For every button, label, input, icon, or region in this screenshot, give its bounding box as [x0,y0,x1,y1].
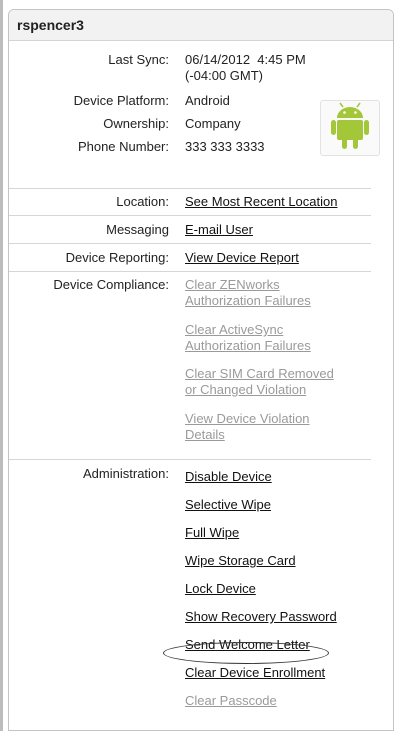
last-sync-label: Last Sync: [108,52,169,67]
last-sync-timezone: (-04:00 GMT) [185,68,264,83]
android-icon [320,100,380,156]
clear-activesync-failures-link[interactable]: Clear ActiveSync Authorization Failures [185,322,311,354]
link-line: Authorization Failures [185,293,311,308]
separator [9,459,371,460]
device-reporting-label: Device Reporting: [65,250,169,265]
disable-device-link[interactable]: Disable Device [185,469,272,485]
messaging-label: Messaging [106,222,169,237]
view-device-violation-details-link[interactable]: View Device Violation Details [185,411,310,443]
panel-title: rspencer3 [9,10,393,41]
email-user-link[interactable]: E-mail User [185,222,253,238]
ownership-value: Company [185,116,241,131]
wipe-storage-card-link[interactable]: Wipe Storage Card [185,553,296,569]
device-details-panel: rspencer3 Last Sync: 06/14/2012 4:45 PM … [8,9,394,731]
see-most-recent-location-link[interactable]: See Most Recent Location [185,194,337,210]
phone-value: 333 333 3333 [185,139,265,154]
link-line: View Device Violation [185,411,310,426]
separator [9,271,371,272]
separator [9,215,371,216]
phone-label: Phone Number: [77,139,169,154]
last-sync-date: 06/14/2012 4:45 PM [185,52,306,67]
selective-wipe-link[interactable]: Selective Wipe [185,497,271,513]
device-compliance-label: Device Compliance: [53,277,169,292]
link-line: Details [185,427,225,442]
view-device-report-link[interactable]: View Device Report [185,250,299,266]
lock-device-link[interactable]: Lock Device [185,581,256,597]
location-label: Location: [116,194,169,209]
show-recovery-password-link[interactable]: Show Recovery Password [185,609,337,625]
link-line: Authorization Failures [185,338,311,353]
administration-label: Administration: [83,466,169,481]
full-wipe-link[interactable]: Full Wipe [185,525,239,541]
clear-sim-card-violation-link[interactable]: Clear SIM Card Removed or Changed Violat… [185,366,334,398]
link-line: Clear ActiveSync [185,322,284,337]
platform-label: Device Platform: [73,93,169,108]
link-line: Clear SIM Card Removed [185,366,334,381]
clear-zenworks-failures-link[interactable]: Clear ZENworks Authorization Failures [185,277,311,309]
ownership-label: Ownership: [103,116,169,131]
left-border [0,0,3,731]
clear-device-enrollment-link[interactable]: Clear Device Enrollment [185,665,325,681]
clear-passcode-link[interactable]: Clear Passcode [185,693,277,709]
send-welcome-letter-link[interactable]: Send Welcome Letter [185,637,310,653]
platform-value: Android [185,93,230,108]
separator [9,188,371,189]
link-line: Clear ZENworks [185,277,280,292]
separator [9,243,371,244]
link-line: or Changed Violation [185,382,307,397]
last-sync-value: 06/14/2012 4:45 PM (-04:00 GMT) [185,52,306,84]
